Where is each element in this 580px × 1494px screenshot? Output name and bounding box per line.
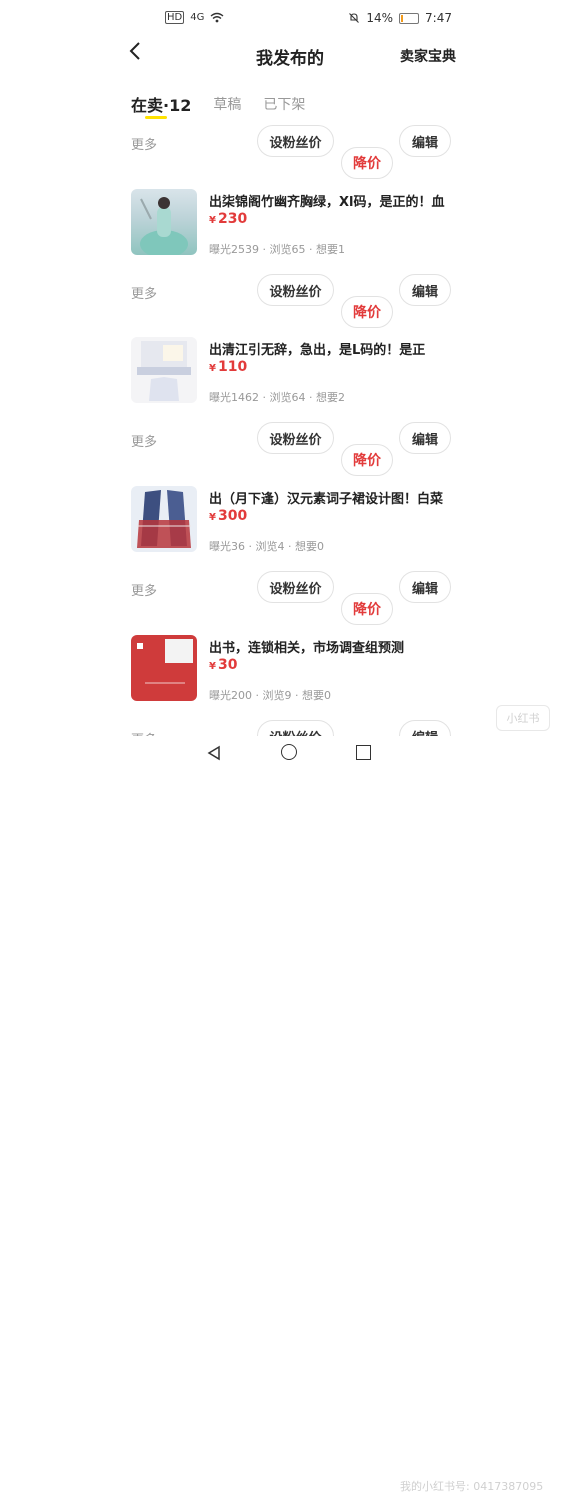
lower-price-button[interactable]: 降价: [341, 444, 393, 476]
item-stats: 曝光36 · 浏览4 · 想要0: [209, 540, 324, 553]
price-value: 110: [217, 359, 248, 375]
hd-badge: HD: [165, 11, 185, 24]
set-fans-price-button[interactable]: 设粉丝价: [257, 571, 334, 603]
currency-symbol: ¥: [209, 363, 216, 374]
price-value: 30: [217, 657, 238, 673]
lower-price-button[interactable]: 降价: [341, 147, 393, 179]
system-nav-bar: 我的小红书号: 0417387095: [0, 736, 580, 1493]
list-item[interactable]: 出柒锦阁竹幽齐胸绿，Xl码，是正的！血 ¥230 曝光2539 · 浏览65 ·…: [0, 189, 580, 261]
product-thumbnail: [131, 189, 197, 255]
currency-symbol: ¥: [209, 661, 216, 672]
item-stats: 曝光1462 · 浏览64 · 想要2: [209, 391, 345, 404]
status-bar: HD 4G 14% 7:47: [0, 0, 580, 36]
more-link[interactable]: 更多: [131, 580, 157, 599]
set-fans-price-button[interactable]: 设粉丝价: [257, 720, 334, 736]
action-row: 更多 设粉丝价 降价 编辑: [0, 125, 580, 179]
edit-button[interactable]: 编辑: [399, 274, 451, 306]
status-right: 14% 7:47: [348, 11, 452, 25]
tab-bar: 在卖·12 草稿 已下架: [131, 92, 305, 122]
item-stats: 曝光200 · 浏览9 · 想要0: [209, 689, 331, 702]
item-price: ¥110: [209, 359, 247, 375]
set-fans-price-button[interactable]: 设粉丝价: [257, 422, 334, 454]
nav-home-icon[interactable]: [281, 744, 297, 760]
seller-guide-link[interactable]: 卖家宝典: [400, 46, 456, 66]
clock: 7:47: [425, 11, 452, 25]
tab-delisted[interactable]: 已下架: [263, 94, 305, 122]
watermark-text: 我的小红书号: 0417387095: [400, 1480, 544, 1493]
edit-button[interactable]: 编辑: [399, 125, 451, 157]
more-link[interactable]: 更多: [131, 283, 157, 302]
product-thumbnail: [131, 486, 197, 552]
tab-on-sale[interactable]: 在卖·12: [131, 92, 191, 122]
action-row: 更多 设粉丝价 降价 编辑: [0, 422, 580, 476]
product-thumbnail: [131, 635, 197, 701]
price-value: 300: [217, 508, 248, 524]
battery-icon: [399, 12, 420, 24]
list-item[interactable]: 出清江引无辞，急出，是L码的！是正 ¥110 曝光1462 · 浏览64 · 想…: [0, 337, 580, 409]
listing-list: 更多 设粉丝价 降价 编辑 出柒锦阁竹幽齐胸绿，Xl码，是正的！血 ¥230 曝…: [0, 124, 580, 736]
edit-button[interactable]: 编辑: [399, 571, 451, 603]
item-title: 出（月下逢）汉元素词子裙设计图！白菜: [209, 492, 444, 507]
edit-button[interactable]: 编辑: [399, 720, 451, 736]
status-left: HD 4G: [165, 11, 224, 24]
more-link[interactable]: 更多: [131, 431, 157, 450]
currency-symbol: ¥: [209, 512, 216, 523]
nav-recent-icon[interactable]: [356, 745, 371, 760]
watermark-logo: 小红书: [496, 705, 550, 731]
bell-off-icon: [349, 13, 360, 23]
item-stats: 曝光2539 · 浏览65 · 想要1: [209, 243, 345, 256]
tab-drafts[interactable]: 草稿: [213, 94, 241, 122]
action-row: 更多 设粉丝价 降价 编辑: [0, 274, 580, 328]
currency-symbol: ¥: [209, 215, 216, 226]
item-title: 出清江引无辞，急出，是L码的！是正: [209, 343, 426, 358]
action-row: 更多 设粉丝价 降价 编辑: [0, 571, 580, 625]
signal-label: 4G: [190, 12, 205, 23]
list-item[interactable]: 出书，连锁相关，市场调查组预测 ¥30 曝光200 · 浏览9 · 想要0: [0, 635, 580, 707]
set-fans-price-button[interactable]: 设粉丝价: [257, 274, 334, 306]
action-row: 更多 设粉丝价 降价 编辑: [0, 720, 580, 736]
lower-price-button[interactable]: 降价: [341, 296, 393, 328]
list-item[interactable]: 出（月下逢）汉元素词子裙设计图！白菜 ¥300 曝光36 · 浏览4 · 想要0: [0, 486, 580, 558]
more-link[interactable]: 更多: [131, 134, 157, 153]
battery-percent: 14%: [366, 11, 394, 25]
item-title: 出书，连锁相关，市场调查组预测: [209, 641, 405, 656]
more-link[interactable]: 更多: [131, 729, 157, 736]
set-fans-price-button[interactable]: 设粉丝价: [257, 125, 334, 157]
price-value: 230: [217, 211, 248, 227]
nav-bar: 我发布的 卖家宝典: [0, 36, 580, 76]
lower-price-button[interactable]: 降价: [341, 593, 393, 625]
wifi-icon: [210, 12, 224, 23]
item-price: ¥300: [209, 508, 247, 524]
item-price: ¥30: [209, 657, 237, 673]
product-thumbnail: [131, 337, 197, 403]
nav-back-icon[interactable]: [206, 745, 222, 761]
item-title: 出柒锦阁竹幽齐胸绿，Xl码，是正的！血: [209, 195, 445, 210]
page-title: 我发布的: [256, 49, 324, 69]
item-price: ¥230: [209, 211, 247, 227]
edit-button[interactable]: 编辑: [399, 422, 451, 454]
